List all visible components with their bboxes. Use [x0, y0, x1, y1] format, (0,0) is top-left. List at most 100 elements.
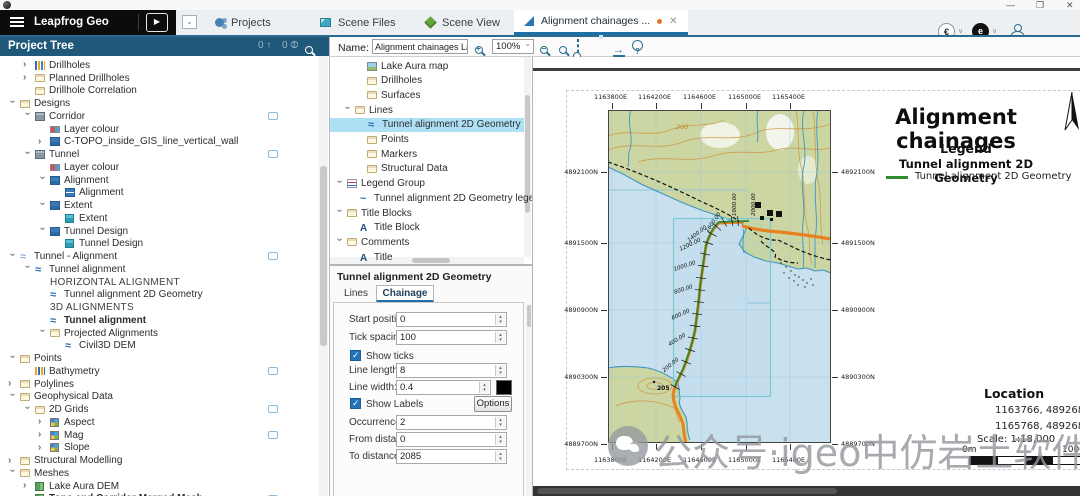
- color-swatch[interactable]: [496, 380, 512, 395]
- tree-item[interactable]: Alignment: [0, 174, 318, 187]
- checkbox-show-labels[interactable]: [350, 398, 361, 409]
- options-button[interactable]: Options: [474, 396, 512, 412]
- collapse-icon[interactable]: [38, 202, 46, 210]
- tree-item[interactable]: Lake Aura DEM: [0, 480, 318, 493]
- maximize-icon[interactable]: ❐: [1036, 0, 1044, 10]
- chevron-down-icon[interactable]: ∨: [992, 27, 997, 35]
- tree-item[interactable]: Meshes: [0, 467, 318, 480]
- chevron-down-icon[interactable]: ∨: [958, 27, 963, 35]
- play-button[interactable]: ▶: [146, 13, 168, 32]
- zoom-region-icon[interactable]: [577, 40, 579, 58]
- tree-item[interactable]: Extent: [0, 212, 318, 225]
- tree-item[interactable]: Polylines: [0, 378, 318, 391]
- tree-item[interactable]: Tunnel Design: [0, 225, 318, 238]
- collapse-icon[interactable]: [38, 227, 46, 235]
- collapse-icon[interactable]: [23, 151, 31, 159]
- comment-bubble-icon[interactable]: [268, 252, 278, 260]
- tree-item[interactable]: Tunnel alignment: [0, 314, 318, 327]
- spinner-icon[interactable]: [495, 314, 505, 325]
- comment-bubble-icon[interactable]: [268, 431, 278, 439]
- layout-tree-item[interactable]: Markers: [330, 147, 540, 161]
- expand-icon[interactable]: [23, 74, 31, 82]
- tree-item[interactable]: Tunnel alignment: [0, 263, 318, 276]
- tree-item[interactable]: Slope: [0, 442, 318, 455]
- tree-item[interactable]: Designs: [0, 97, 318, 110]
- tree-item[interactable]: Alignment: [0, 187, 318, 200]
- tree-item[interactable]: 3D ALIGNMENTS: [0, 301, 318, 314]
- tree-item[interactable]: Topo and Corridor Merged Mesh: [0, 493, 318, 496]
- field-input-occurrence[interactable]: 2: [396, 415, 507, 430]
- field-input-linewidth[interactable]: 0.4: [396, 380, 491, 395]
- tree-item[interactable]: Corridor: [0, 110, 318, 123]
- tree-item[interactable]: Geophysical Data: [0, 391, 318, 404]
- layout-tree-item[interactable]: Comments: [330, 235, 540, 249]
- layout-tree-item[interactable]: Tunnel alignment 2D Geometry legend: [330, 191, 540, 205]
- tree-item[interactable]: Planned Drillholes: [0, 72, 318, 85]
- scrollbar[interactable]: [319, 56, 328, 496]
- app-menu-block[interactable]: Leapfrog Geo ▶: [0, 10, 176, 35]
- expand-icon[interactable]: [8, 457, 16, 465]
- collapse-icon[interactable]: [335, 209, 343, 217]
- spinner-icon[interactable]: [495, 434, 505, 445]
- layout-tree-item[interactable]: Title Block: [330, 221, 540, 235]
- tree-item[interactable]: Civil3D DEM: [0, 340, 318, 353]
- layout-name-input[interactable]: Alignment chainages Layout 2: [372, 39, 468, 54]
- collapse-icon[interactable]: [8, 469, 16, 477]
- spinner-icon[interactable]: [495, 365, 505, 376]
- zoom-level-select[interactable]: 100%: [492, 39, 534, 54]
- tree-item[interactable]: Layer colour: [0, 161, 318, 174]
- scrollbar-thumb[interactable]: [320, 166, 327, 346]
- collapse-icon[interactable]: [8, 355, 16, 363]
- collapse-icon[interactable]: [335, 238, 343, 246]
- tree-item[interactable]: Drillhole Correlation: [0, 85, 318, 98]
- tree-item[interactable]: Tunnel alignment 2D Geometry: [0, 289, 318, 302]
- expand-icon[interactable]: [8, 380, 16, 388]
- tree-item[interactable]: Tunnel - Alignment: [0, 250, 318, 263]
- expand-icon[interactable]: [38, 418, 46, 426]
- spinner-icon[interactable]: [495, 451, 505, 462]
- collapse-icon[interactable]: [335, 180, 343, 188]
- tab-list-dropdown[interactable]: ⌄: [182, 15, 197, 29]
- layout-tree-item[interactable]: Points: [330, 133, 540, 147]
- comment-bubble-icon[interactable]: [268, 367, 278, 375]
- tree-item[interactable]: Tunnel: [0, 148, 318, 161]
- expand-icon[interactable]: [38, 431, 46, 439]
- layout-tree-item[interactable]: Tunnel alignment 2D Geometry: [330, 118, 540, 132]
- collapse-icon[interactable]: [8, 253, 16, 261]
- close-icon[interactable]: ✕: [1066, 0, 1074, 10]
- field-input-linelength[interactable]: 8: [396, 363, 507, 378]
- collapse-icon[interactable]: [23, 406, 31, 414]
- tree-item[interactable]: Points: [0, 352, 318, 365]
- collapse-icon[interactable]: [38, 176, 46, 184]
- export-icon[interactable]: [613, 40, 624, 58]
- field-input-startposition[interactable]: 0: [396, 312, 507, 327]
- tree-item[interactable]: Bathymetry: [0, 365, 318, 378]
- collapse-icon[interactable]: [38, 329, 46, 337]
- collapse-icon[interactable]: [343, 106, 351, 114]
- layout-tree-item[interactable]: Legend Group: [330, 177, 540, 191]
- tree-item[interactable]: Extent: [0, 199, 318, 212]
- scrollbar-thumb[interactable]: [527, 305, 531, 327]
- spinner-icon[interactable]: [495, 332, 505, 343]
- tree-item[interactable]: 2D Grids: [0, 403, 318, 416]
- comment-bubble-icon[interactable]: [268, 150, 278, 158]
- expand-icon[interactable]: [23, 61, 31, 69]
- tab-alignment-chainages[interactable]: Alignment chainages ... ✕: [514, 10, 688, 35]
- scrollbar-thumb[interactable]: [537, 488, 837, 494]
- hamburger-icon[interactable]: [10, 17, 24, 27]
- layout-tree-item[interactable]: Lines: [330, 103, 540, 117]
- field-input-tickspacing[interactable]: 100: [396, 330, 507, 345]
- tree-item[interactable]: Mag: [0, 429, 318, 442]
- expand-icon[interactable]: [38, 138, 46, 146]
- expand-icon[interactable]: [23, 482, 31, 490]
- layout-tree-item[interactable]: Title Blocks: [330, 206, 540, 220]
- tab-close-icon[interactable]: ✕: [669, 16, 677, 27]
- tree-item[interactable]: Structural Modelling: [0, 454, 318, 467]
- tree-item[interactable]: Drillholes: [0, 59, 318, 72]
- tree-item[interactable]: Projected Alignments: [0, 327, 318, 340]
- spinner-icon[interactable]: [479, 382, 489, 393]
- layout-tree-item[interactable]: Lake Aura map: [330, 59, 540, 73]
- tree-item[interactable]: HORIZONTAL ALIGNMENT: [0, 276, 318, 289]
- tree-item[interactable]: Aspect: [0, 416, 318, 429]
- layout-tree-item[interactable]: Surfaces: [330, 88, 540, 102]
